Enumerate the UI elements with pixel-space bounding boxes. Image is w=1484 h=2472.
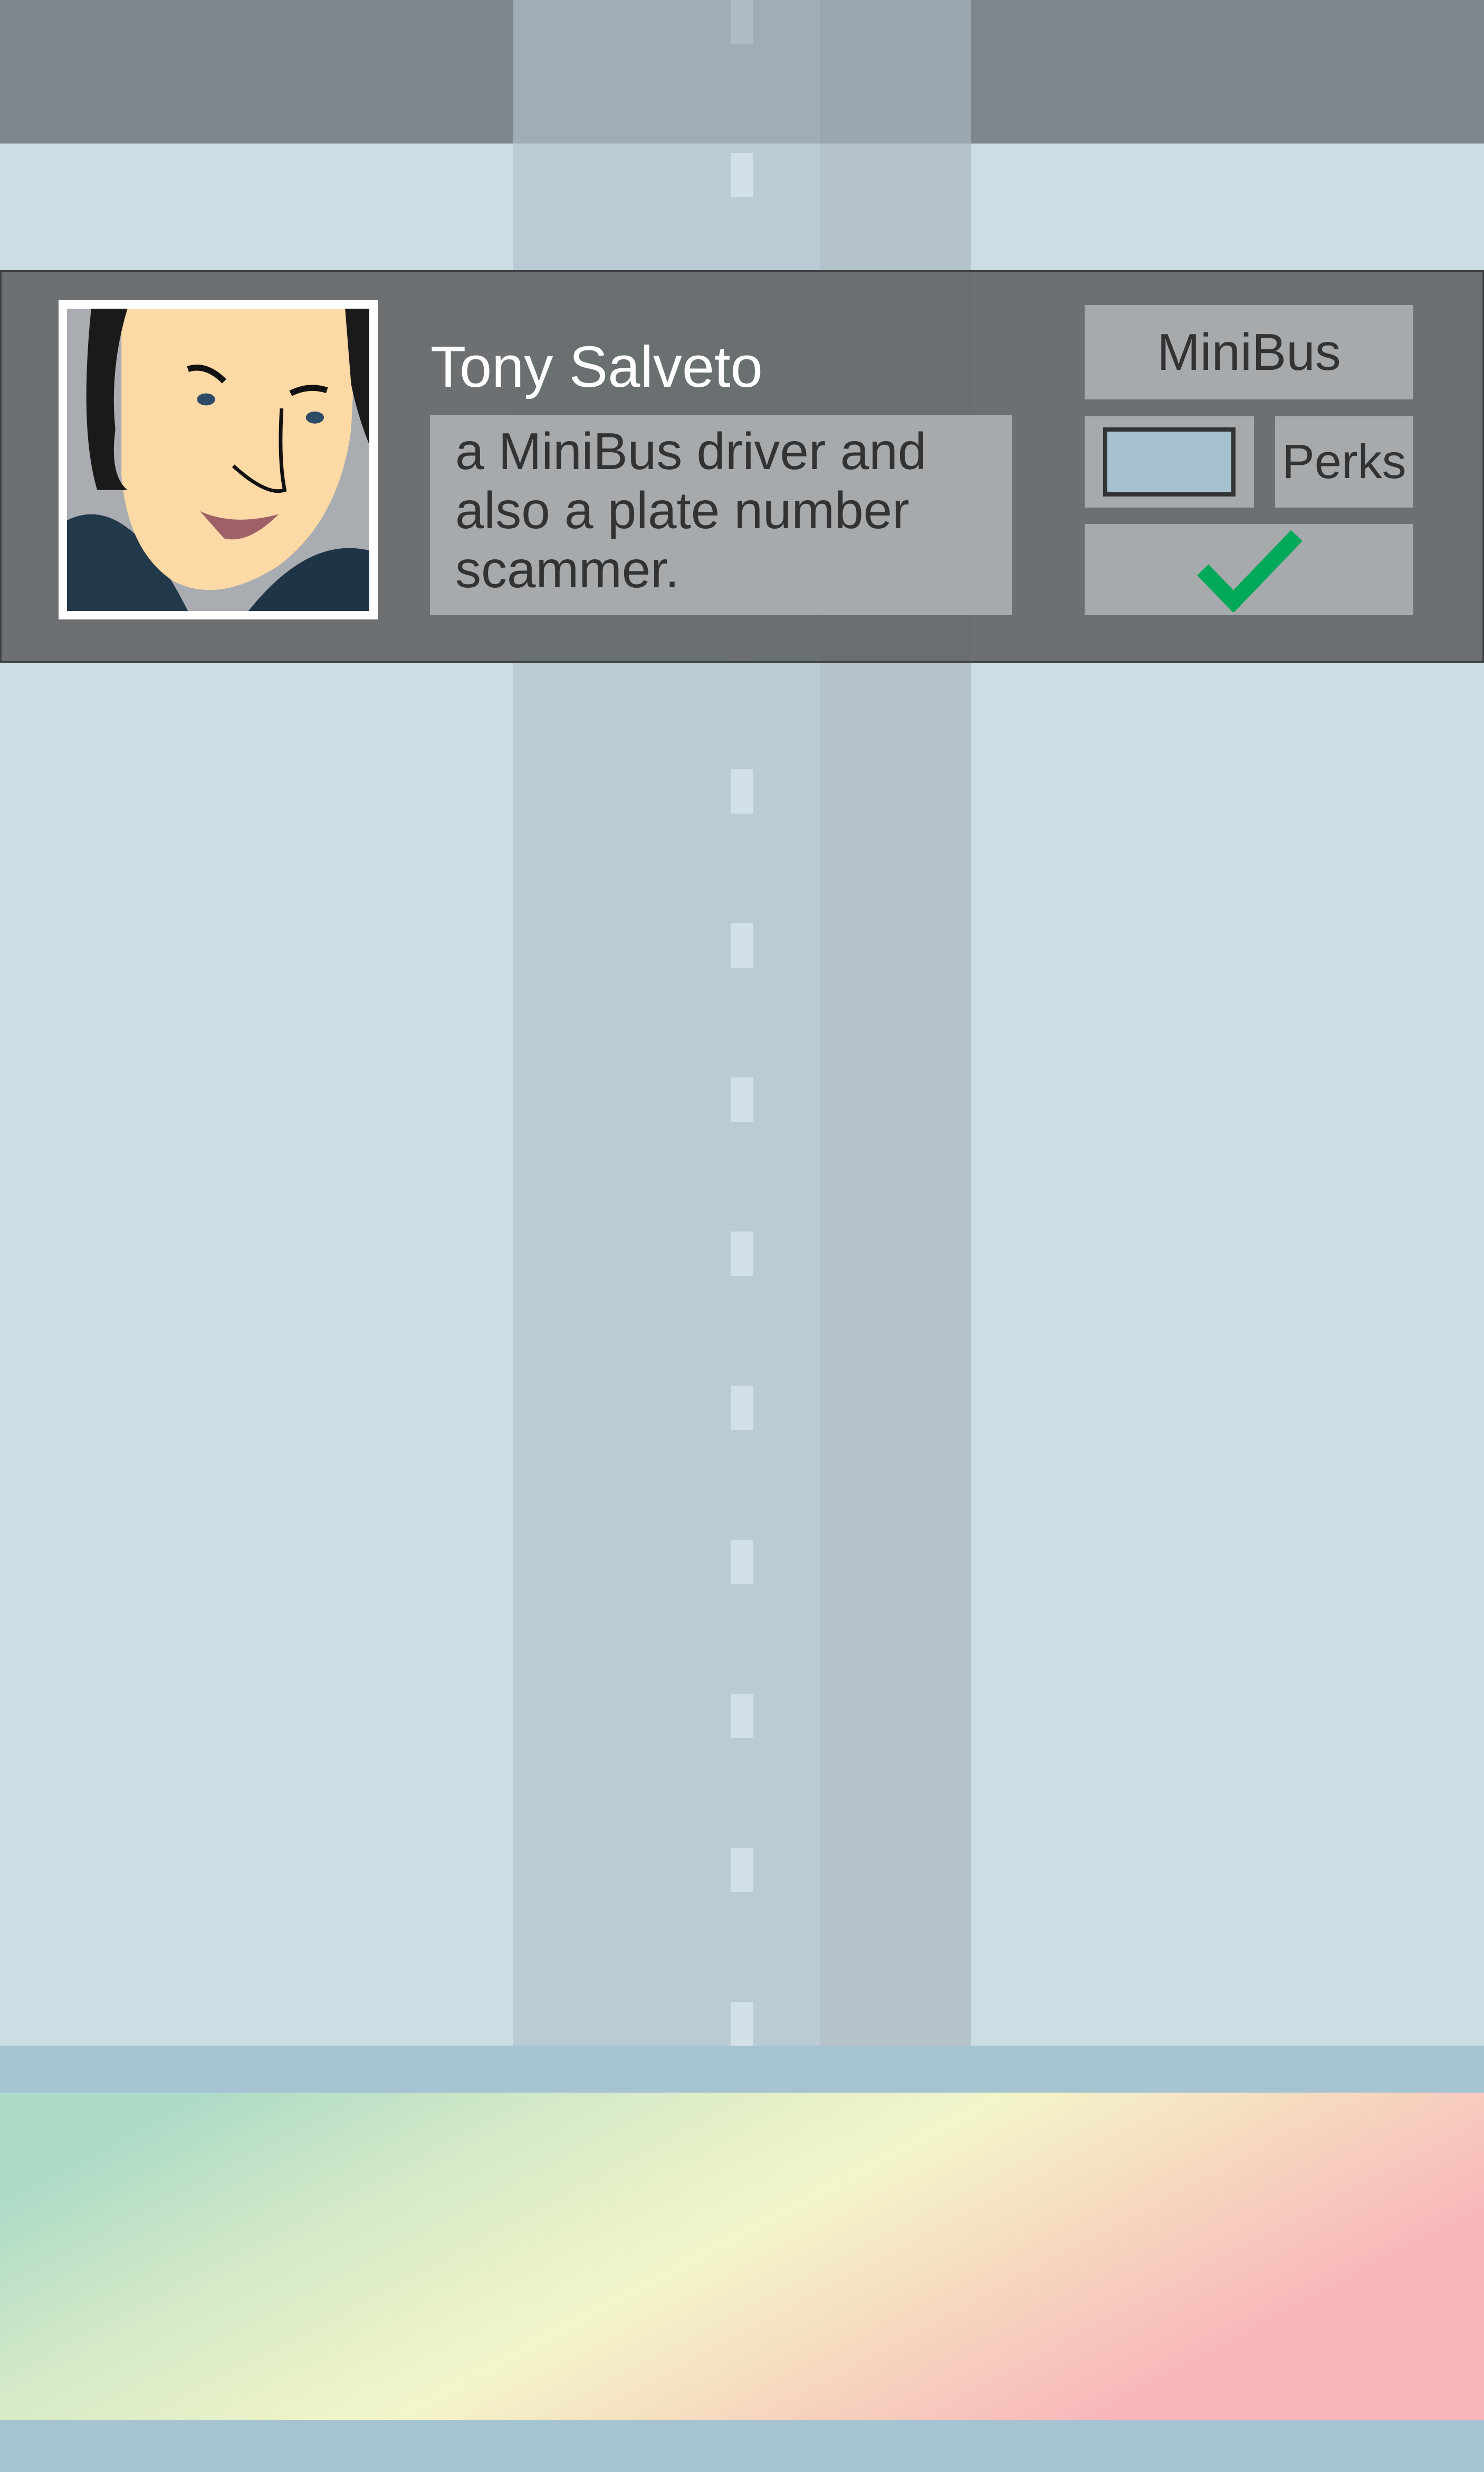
checkbox-cell[interactable]	[1085, 416, 1254, 508]
bottom-bar	[0, 2420, 1484, 2472]
minibus-button[interactable]: MiniBus	[1085, 305, 1413, 399]
checkbox[interactable]	[1103, 427, 1236, 497]
character-name: Tony Salveto	[430, 335, 763, 399]
character-description: a MiniBus driver and also a plate number…	[430, 415, 1012, 615]
lane-dash	[731, 1694, 753, 1738]
perks-button[interactable]: Perks	[1275, 416, 1413, 508]
lane-dash	[731, 1848, 753, 1892]
lane-dash	[731, 153, 753, 197]
lane-dash	[731, 1386, 753, 1430]
lane-dash	[731, 2002, 753, 2046]
bottom-bar-top	[0, 2046, 1484, 2093]
lane-dash	[731, 1232, 753, 1276]
lane-dash	[731, 1077, 753, 1122]
lane-dash	[731, 1540, 753, 1584]
lane-dash	[731, 923, 753, 968]
character-portrait	[59, 300, 378, 619]
lane-dash	[731, 769, 753, 814]
lane-dash	[731, 0, 753, 44]
portrait-image	[67, 309, 369, 611]
gradient-panel	[0, 2093, 1484, 2420]
confirm-button[interactable]	[1085, 524, 1413, 615]
checkmark-icon	[1196, 530, 1302, 612]
